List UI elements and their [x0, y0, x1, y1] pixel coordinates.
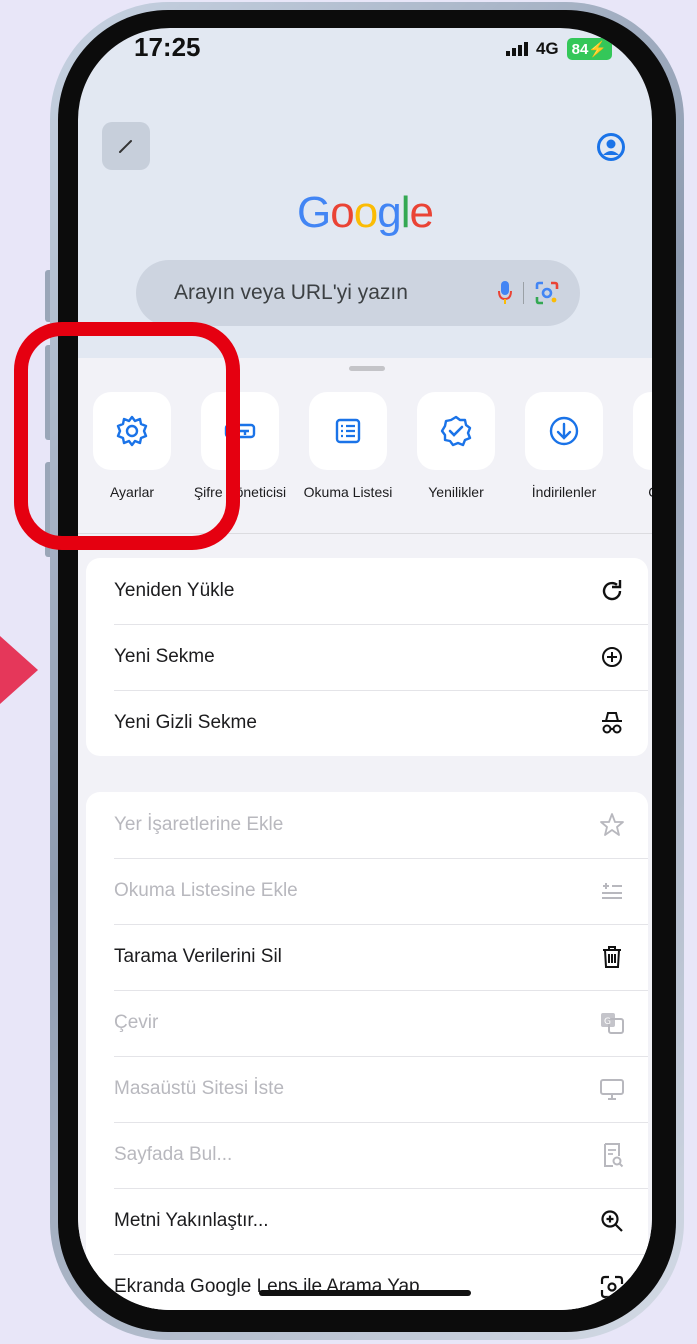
menu-item-label: Yeni Gizli Sekme — [114, 712, 257, 733]
status-bar: 17:25 4G 84⚡ — [78, 28, 652, 70]
menu-item-new-incognito-tab[interactable]: Yeni Gizli Sekme — [86, 690, 648, 756]
search-placeholder: Arayın veya URL'yi yazın — [174, 281, 408, 304]
incognito-icon — [602, 712, 622, 734]
tool-label-whats-new: Yenilikler — [428, 484, 484, 500]
menu-item-label: Yeniden Yükle — [114, 580, 235, 601]
download-icon — [549, 416, 579, 446]
search-bar[interactable]: Arayın veya URL'yi yazın — [136, 260, 580, 326]
home-indicator[interactable] — [259, 1290, 471, 1296]
menu-item-translate[interactable]: Çevir G — [86, 990, 648, 1056]
battery-indicator: 84⚡ — [566, 38, 612, 60]
menu-item-label: Yeni Sekme — [114, 646, 215, 667]
status-time: 17:25 — [134, 32, 201, 62]
menu-item-zoom-text[interactable]: Metni Yakınlaştır... — [86, 1188, 648, 1254]
zoom-text-icon — [601, 1210, 623, 1232]
lens-icon — [600, 1275, 624, 1299]
google-logo-letter: g — [377, 188, 402, 237]
signal-icon — [505, 42, 528, 56]
menu-item-add-bookmark[interactable]: Yer İşaretlerine Ekle — [86, 792, 648, 858]
google-logo-letter: G — [297, 188, 331, 237]
menu-item-label: Metni Yakınlaştır... — [114, 1210, 269, 1231]
microphone-icon[interactable] — [497, 280, 513, 306]
menu-group-navigation: Yeniden Yükle Yeni Sekme Yeni Gizli Sekm… — [86, 558, 648, 756]
pointer-arrow — [0, 636, 38, 704]
pencil-icon — [119, 140, 132, 153]
svg-text:G: G — [604, 1017, 611, 1027]
new-tab-icon — [602, 647, 622, 667]
tool-reading-list[interactable]: Okuma Listesi — [298, 392, 398, 501]
google-logo: Google — [78, 188, 652, 238]
search-divider — [523, 282, 524, 304]
network-type: 4G — [535, 39, 559, 58]
sheet-grabber[interactable] — [349, 366, 385, 371]
menu-item-reload[interactable]: Yeniden Yükle — [86, 558, 648, 624]
menu-item-label: Tarama Verilerini Sil — [114, 946, 282, 967]
phone-frame: 17:25 4G 84⚡ Google Arayın veya URL'yi y… — [50, 2, 684, 1340]
menu-item-label: Sayfada Bul... — [114, 1144, 233, 1165]
desktop-icon — [600, 1079, 624, 1100]
menu-item-clear-browsing-data[interactable]: Tarama Verilerini Sil — [86, 924, 648, 990]
reload-icon — [602, 580, 622, 601]
google-logo-letter: o — [330, 188, 355, 237]
lens-camera-icon[interactable] — [534, 280, 560, 306]
highlight-box-settings — [14, 322, 240, 550]
tool-downloads[interactable]: İndirilenler — [514, 392, 614, 501]
menu-item-label: Masaüstü Sitesi İste — [114, 1078, 285, 1099]
tool-label-history: Geçmiş — [622, 484, 652, 501]
google-logo-letter: o — [353, 188, 379, 237]
google-logo-letter: e — [409, 188, 434, 237]
tool-label-downloads: İndirilenler — [531, 484, 597, 500]
menu-item-label: Okuma Listesine Ekle — [114, 880, 298, 901]
reading-list-icon — [335, 418, 361, 444]
phone-screen: 17:25 4G 84⚡ Google Arayın veya URL'yi y… — [78, 28, 652, 1310]
translate-icon: G — [601, 1013, 624, 1034]
edit-button[interactable] — [102, 122, 150, 170]
add-reading-list-icon — [602, 883, 622, 899]
menu-item-google-lens[interactable]: Ekranda Google Lens ile Arama Yap — [86, 1254, 648, 1310]
star-icon — [600, 813, 624, 836]
menu-item-request-desktop-site[interactable]: Masaüstü Sitesi İste — [86, 1056, 648, 1122]
tool-label-reading-list: Okuma Listesi — [303, 484, 393, 500]
trash-icon — [603, 946, 621, 968]
tool-history[interactable]: Geçmiş — [622, 392, 652, 501]
menu-item-label: Yer İşaretlerine Ekle — [114, 814, 284, 835]
tool-whats-new[interactable]: Yenilikler — [406, 392, 506, 501]
verified-badge-icon — [440, 415, 472, 447]
find-in-page-icon — [604, 1143, 624, 1168]
menu-group-page-actions: Yer İşaretlerine Ekle Okuma Listesine Ek… — [86, 792, 648, 1310]
menu-item-find-in-page[interactable]: Sayfada Bul... — [86, 1122, 648, 1188]
menu-item-label: Çevir — [114, 1012, 159, 1033]
menu-item-new-tab[interactable]: Yeni Sekme — [86, 624, 648, 690]
menu-item-add-reading-list[interactable]: Okuma Listesine Ekle — [86, 858, 648, 924]
account-icon[interactable] — [596, 132, 626, 162]
